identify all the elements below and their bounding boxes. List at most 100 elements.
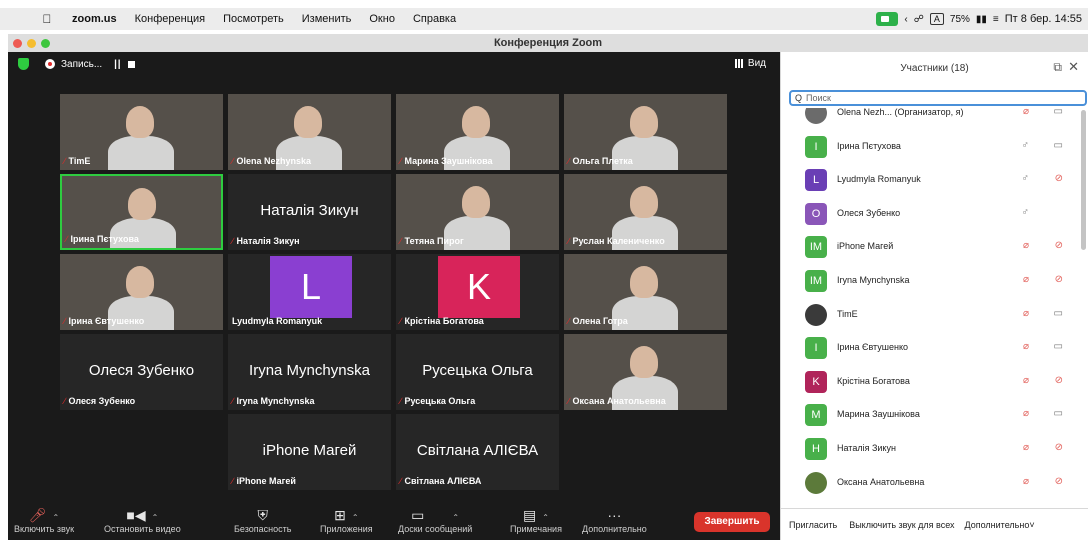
participant-row[interactable]: H Наталія Зикун ⌀ ⊘ — [781, 432, 1081, 466]
more-options-button[interactable]: Дополнительно˅ — [965, 520, 1035, 530]
video-icon[interactable]: ▭ — [1054, 108, 1063, 117]
video-tile[interactable]: Світлана АЛІЄВА ∕ Світлана АЛІЄВА — [396, 414, 559, 490]
zoom-camera-status-icon[interactable] — [876, 12, 899, 26]
menu-item-edit[interactable]: Изменить — [302, 13, 352, 25]
participant-row[interactable]: K Крістіна Богатова ⌀ ⊘ — [781, 365, 1081, 399]
mic-muted-icon[interactable]: ⌀ — [1023, 108, 1029, 117]
mic-icon[interactable]: ♂ — [1022, 207, 1030, 218]
video-tile[interactable]: ∕ Марина Заушнікова — [396, 94, 559, 170]
participant-row[interactable]: І Ірина Євтушенко ⌀ ▭ — [781, 331, 1081, 365]
mic-muted-icon[interactable]: ⌀ — [1023, 442, 1029, 453]
mic-icon[interactable]: ♂ — [1022, 173, 1030, 184]
video-tile[interactable]: Наталія Зикун ∕ Наталія Зикун — [228, 174, 391, 250]
video-off-icon[interactable]: ⊘ — [1055, 173, 1063, 184]
participant-video — [462, 106, 490, 138]
participant-search-input[interactable]: Q Поиск — [789, 90, 1087, 106]
battery-icon[interactable]: ▮▮ — [976, 14, 987, 25]
participant-row[interactable]: О Олеся Зубенко ♂ — [781, 197, 1081, 231]
security-button[interactable]: ⛨ Безопасность — [234, 506, 291, 534]
video-tile[interactable]: ∕ Ольга Плетка — [564, 94, 727, 170]
video-off-icon[interactable]: ⊘ — [1055, 442, 1063, 453]
video-icon[interactable]: ▭ — [1054, 308, 1063, 319]
video-tile[interactable]: Олеся Зубенко ∕ Олеся Зубенко — [60, 334, 223, 410]
mute-all-button[interactable]: Выключить звук для всех — [849, 520, 954, 530]
video-icon[interactable]: ▭ — [1054, 341, 1063, 352]
video-tile[interactable]: ∕ Оксана Анатольевна — [564, 334, 727, 410]
video-tile[interactable]: ∕ Олена Готра — [564, 254, 727, 330]
pause-recording-button[interactable]: | | — [114, 59, 120, 70]
mic-icon[interactable]: ♂ — [1022, 140, 1030, 151]
apple-icon[interactable]:  — [36, 12, 58, 26]
mic-muted-icon[interactable]: ⌀ — [1023, 341, 1029, 352]
video-off-icon[interactable]: ⊘ — [1055, 375, 1063, 386]
mic-muted-icon[interactable]: ⌀ — [1023, 308, 1029, 319]
video-tile[interactable]: ∕ TimE — [60, 94, 223, 170]
participant-row[interactable]: TimE ⌀ ▭ — [781, 298, 1081, 332]
participant-row[interactable]: Olena Nezh... (Организатор, я) ⌀ ▭ — [781, 108, 1081, 130]
tile-name-label: ∕ Руслан Калениченко — [568, 236, 665, 246]
keyboard-layout-icon[interactable]: A — [929, 13, 944, 25]
menu-item-conference[interactable]: Конференция — [135, 13, 205, 25]
menu-item-window[interactable]: Окно — [369, 13, 395, 25]
video-tile[interactable]: ∕ Руслан Калениченко — [564, 174, 727, 250]
participant-video — [630, 106, 658, 138]
video-tile[interactable]: K ∕ Крістіна Богатова — [396, 254, 559, 330]
participant-row[interactable]: Оксана Анатольевна ⌀ ⊘ — [781, 466, 1081, 500]
pop-out-icon[interactable]: ⧉ — [1053, 60, 1062, 75]
stop-recording-button[interactable] — [127, 60, 135, 68]
apps-button[interactable]: ⊞ ⌃ Приложения — [320, 506, 373, 534]
mic-muted-icon[interactable]: ⌀ — [1023, 274, 1029, 285]
participant-row[interactable]: L Lyudmyla Romanyuk ♂ ⊘ — [781, 163, 1081, 197]
menu-item-view[interactable]: Посмотреть — [223, 13, 284, 25]
close-icon[interactable]: ✕ — [1068, 59, 1079, 75]
chevron-left-icon[interactable]: ‹ — [904, 14, 907, 25]
chevron-up-icon[interactable]: ⌃ — [542, 513, 549, 522]
clock[interactable]: Пт 8 бер. 14:55 — [1005, 13, 1082, 25]
participant-row[interactable]: IM Iryna Mynchynska ⌀ ⊘ — [781, 264, 1081, 298]
video-tile[interactable]: iPhone Магей ∕ iPhone Магей — [228, 414, 391, 490]
mic-muted-icon[interactable]: ⌀ — [1023, 476, 1029, 487]
mic-muted-icon: ∕ — [568, 156, 570, 166]
mic-muted-icon[interactable]: ⌀ — [1023, 240, 1029, 251]
video-off-icon[interactable]: ⊘ — [1055, 476, 1063, 487]
participant-row[interactable]: І Ірина Пєтухова ♂ ▭ — [781, 130, 1081, 164]
video-tile[interactable]: L Lyudmyla Romanyuk — [228, 254, 391, 330]
participant-list-scrollbar[interactable] — [1081, 110, 1086, 250]
unmute-button[interactable]: 🎤︎ ⌃ Включить звук — [14, 506, 74, 534]
video-off-icon[interactable]: ⊘ — [1055, 274, 1063, 285]
participant-row[interactable]: IM iPhone Магей ⌀ ⊘ — [781, 230, 1081, 264]
video-icon[interactable]: ▭ — [1054, 140, 1063, 151]
mic-muted-icon: ∕ — [400, 396, 402, 406]
zoom-screen:  zoom.us Конференция Посмотреть Изменит… — [0, 0, 1088, 540]
notes-button[interactable]: ▤ ⌃ Примечания — [510, 506, 562, 534]
menu-item-help[interactable]: Справка — [413, 13, 456, 25]
video-tile[interactable]: ∕ Ірина Пєтухова — [60, 174, 223, 250]
chevron-up-icon[interactable]: ⌃ — [352, 513, 359, 522]
avatar: M — [805, 404, 827, 427]
view-button[interactable]: Вид — [734, 58, 766, 69]
chevron-up-icon[interactable]: ⌃ — [53, 513, 60, 522]
end-meeting-button[interactable]: Завершить — [694, 512, 770, 532]
stop-video-button[interactable]: ■◀ ⌃ Остановить видео — [104, 506, 181, 534]
more-button[interactable]: ··· Дополнительно — [582, 506, 647, 534]
chat-bubble-icon[interactable]: ☍ — [914, 14, 924, 25]
video-tile[interactable]: ∕ Olena Nezhynska — [228, 94, 391, 170]
chevron-up-icon[interactable]: ⌃ — [152, 513, 159, 522]
window-title: Конференция Zoom — [493, 37, 603, 49]
menu-app-name[interactable]: zoom.us — [72, 13, 117, 25]
video-tile[interactable]: ∕ Ірина Євтушенко — [60, 254, 223, 330]
video-icon[interactable]: ▭ — [1054, 408, 1063, 419]
invite-button[interactable]: Пригласить — [789, 520, 837, 530]
participant-row[interactable]: M Марина Заушнікова ⌀ ▭ — [781, 398, 1081, 432]
tile-name-label: ∕ Світлана АЛІЄВА — [400, 476, 481, 486]
video-tile[interactable]: Iryna Mynchynska ∕ Iryna Mynchynska — [228, 334, 391, 410]
mic-muted-icon[interactable]: ⌀ — [1023, 408, 1029, 419]
control-center-icon[interactable]: ≡ — [993, 14, 999, 25]
video-tile[interactable]: Русецька Ольга ∕ Русецька Ольга — [396, 334, 559, 410]
video-off-icon[interactable]: ⊘ — [1055, 240, 1063, 251]
video-tile[interactable]: ∕ Тетяна Пирог — [396, 174, 559, 250]
security-shield-icon[interactable] — [18, 58, 29, 70]
chevron-up-icon[interactable]: ⌃ — [452, 513, 459, 522]
mic-muted-icon[interactable]: ⌀ — [1023, 375, 1029, 386]
whiteboards-button[interactable]: ▭ ⌃ Доски сообщений — [398, 506, 472, 534]
